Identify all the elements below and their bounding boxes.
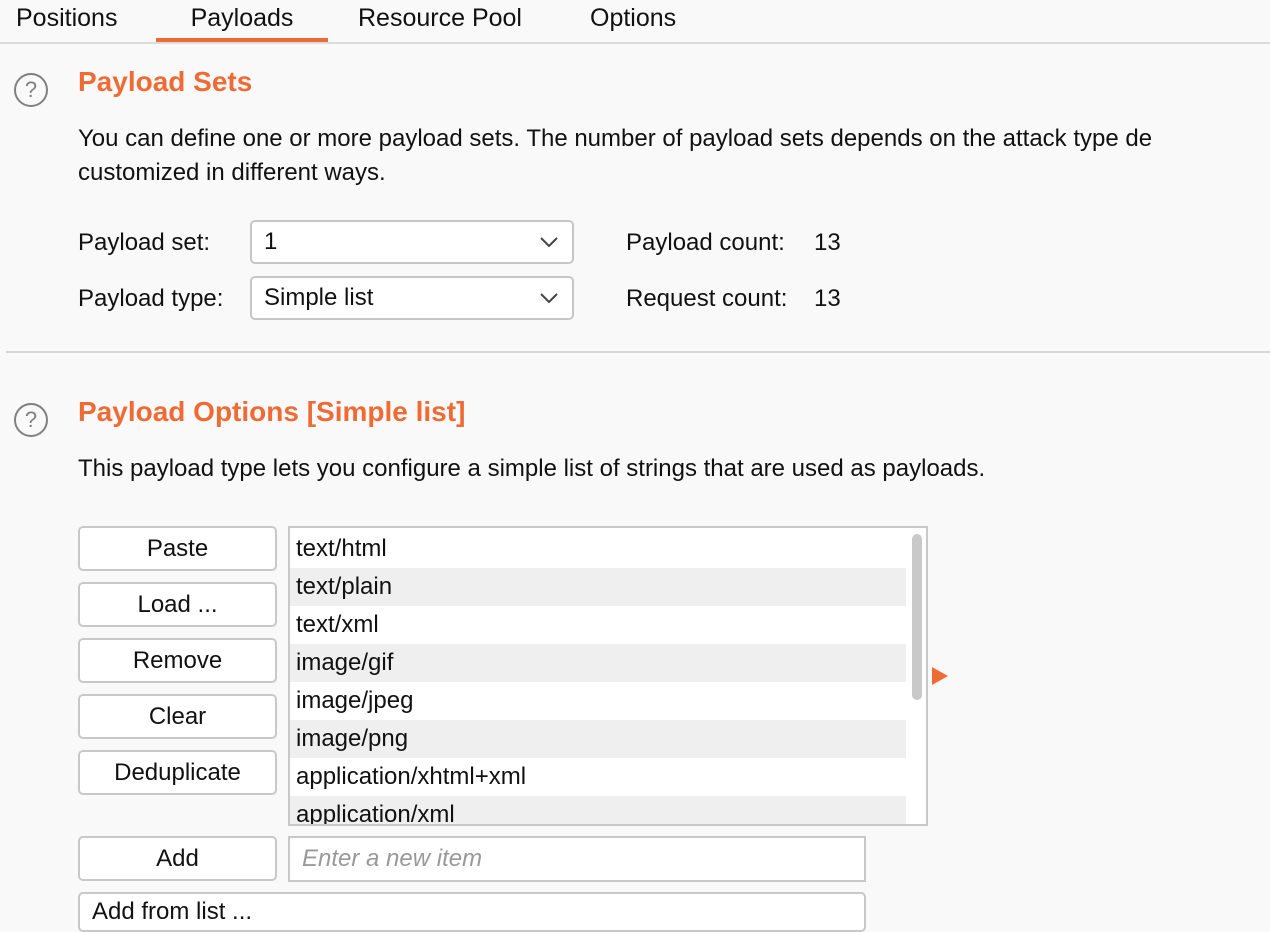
tab-options[interactable]: Options [590,0,676,40]
payload-set-label: Payload set: [78,229,211,256]
list-item[interactable]: image/gif [290,644,906,682]
chevron-down-icon [540,293,558,304]
chevron-down-icon [540,237,558,248]
tab-positions[interactable]: Positions [16,0,117,40]
list-item[interactable]: application/xml [290,796,906,824]
payload-sets-title: Payload Sets [78,66,253,97]
payload-sets-description-line1: You can define one or more payload sets.… [78,125,1153,152]
tab-bar: Positions Payloads Resource Pool Options [0,0,1270,44]
payload-set-select[interactable]: 1 [250,220,574,264]
payload-type-select[interactable]: Simple list [250,276,574,320]
payload-count-value: 13 [814,229,841,256]
tab-resource-pool[interactable]: Resource Pool [358,0,522,40]
list-scrollbar[interactable] [912,534,922,700]
payload-sets-description-line2: customized in different ways. [78,159,386,186]
add-from-list-select[interactable]: Add from list ... [78,892,866,932]
payload-options-title: Payload Options [Simple list] [78,396,466,427]
list-item[interactable]: image/png [290,720,906,758]
section-divider [6,351,1270,353]
payload-options-description: This payload type lets you configure a s… [78,455,986,482]
payload-type-label: Payload type: [78,285,224,312]
list-item[interactable]: text/html [290,530,906,568]
expand-arrow-icon[interactable] [932,667,948,685]
list-item[interactable]: image/jpeg [290,682,906,720]
list-item[interactable]: text/plain [290,568,906,606]
clear-button[interactable]: Clear [78,694,277,739]
help-icon[interactable]: ? [14,73,48,107]
add-button[interactable]: Add [78,836,277,881]
request-count-label: Request count: [626,285,788,312]
deduplicate-button[interactable]: Deduplicate [78,750,277,795]
load-button[interactable]: Load ... [78,582,277,627]
paste-button[interactable]: Paste [78,526,277,571]
new-item-input[interactable] [288,836,866,882]
remove-button[interactable]: Remove [78,638,277,683]
payload-count-label: Payload count: [626,229,785,256]
list-item[interactable]: application/xhtml+xml [290,758,906,796]
payload-set-value: 1 [264,228,278,255]
payload-list[interactable]: text/html text/plain text/xml image/gif … [288,526,928,826]
request-count-value: 13 [814,285,841,312]
help-icon[interactable]: ? [14,403,48,437]
payload-type-value: Simple list [264,284,374,311]
tab-payloads[interactable]: Payloads [156,0,328,42]
list-item[interactable]: text/xml [290,606,906,644]
